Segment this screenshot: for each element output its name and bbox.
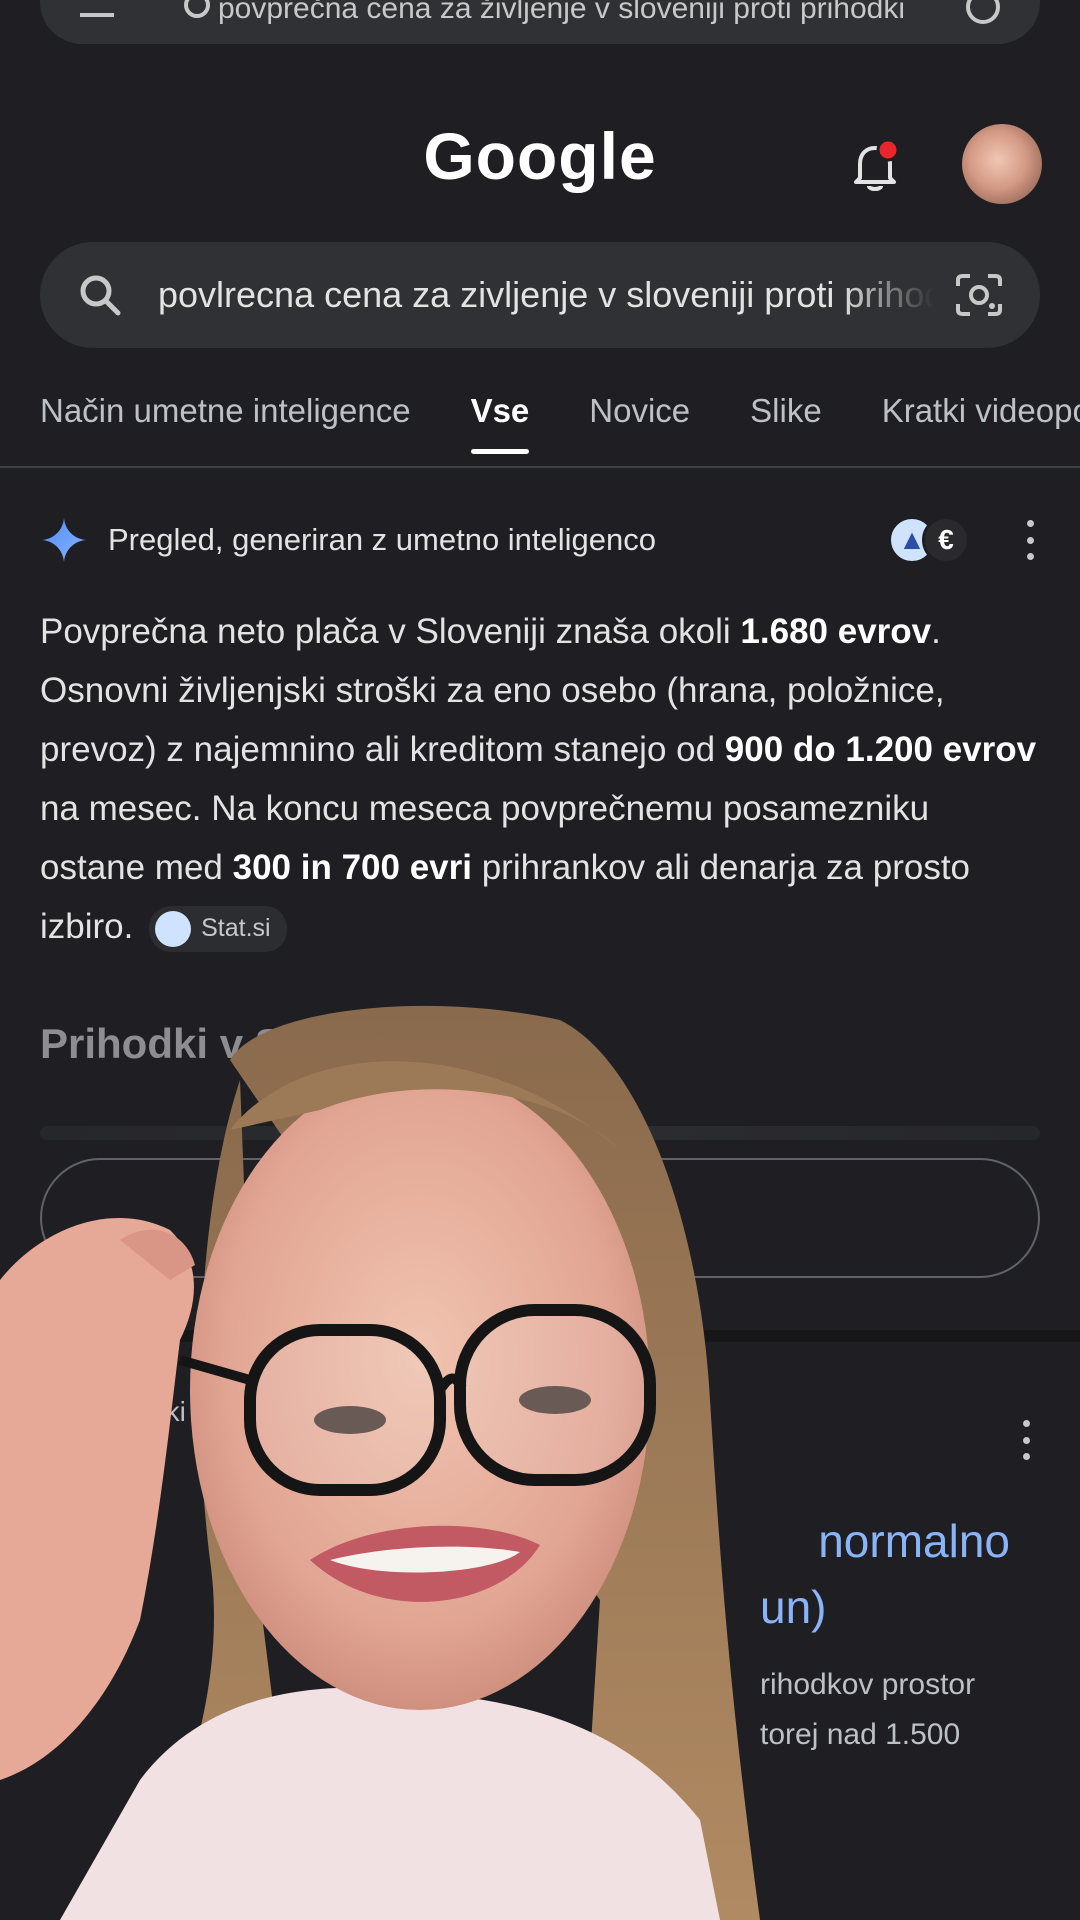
result-more-options-icon[interactable] <box>1016 1420 1036 1460</box>
google-lens-icon[interactable] <box>954 272 1004 318</box>
ai-bold-salary: 1.680 evrov <box>740 612 932 651</box>
euro-source-icon: € <box>922 516 970 564</box>
tab-news[interactable]: Novice <box>589 380 690 466</box>
menu-icon[interactable] <box>80 13 114 17</box>
tab-all[interactable]: Vse <box>470 380 529 466</box>
search-icon <box>184 0 210 18</box>
search-icon <box>80 275 121 316</box>
citation-chip[interactable]: Stat.si <box>149 905 287 952</box>
search-input[interactable]: povlrecna cena za zivljenje v sloveniji … <box>40 242 1040 348</box>
ai-text-part: Povprečna neto plača v Sloveniji znaša o… <box>40 612 741 651</box>
ai-bold-costs: 900 do 1.200 evrov <box>724 730 1037 769</box>
gemini-sparkle-icon <box>42 518 86 562</box>
avatar[interactable] <box>962 124 1042 204</box>
search-tabs: Način umetne inteligence Vse Novice Slik… <box>0 380 1080 468</box>
source-badges[interactable]: ▲ € <box>888 516 970 564</box>
ai-overview-text: Povprečna neto plača v Sloveniji znaša o… <box>40 602 1040 956</box>
ai-overview-title: Pregled, generiran z umetno inteligenco <box>108 522 657 557</box>
citation-label: Stat.si <box>201 914 271 943</box>
top-search-bar[interactable]: povprečna cena za življenje v sloveniji … <box>40 0 1040 44</box>
top-search-query: povprečna cena za življenje v sloveniji … <box>218 0 906 25</box>
notification-bell-icon[interactable] <box>850 138 900 194</box>
google-logo[interactable]: Google <box>0 118 1080 194</box>
tab-images[interactable]: Slike <box>750 380 822 466</box>
tab-ai-mode[interactable]: Način umetne inteligence <box>40 380 411 466</box>
ai-overview-header: Pregled, generiran z umetno inteligenco … <box>40 510 1040 570</box>
ai-bold-savings: 300 in 700 evri <box>232 848 472 887</box>
history-icon[interactable] <box>966 0 1000 24</box>
search-query[interactable]: povlrecna cena za zivljenje v sloveniji … <box>158 274 934 316</box>
more-options-icon[interactable] <box>1020 520 1040 560</box>
presenter-video-overlay <box>0 1005 760 1920</box>
tab-short-videos[interactable]: Kratki videoposnetki <box>882 380 1080 466</box>
stat-si-logo-icon <box>155 910 192 947</box>
